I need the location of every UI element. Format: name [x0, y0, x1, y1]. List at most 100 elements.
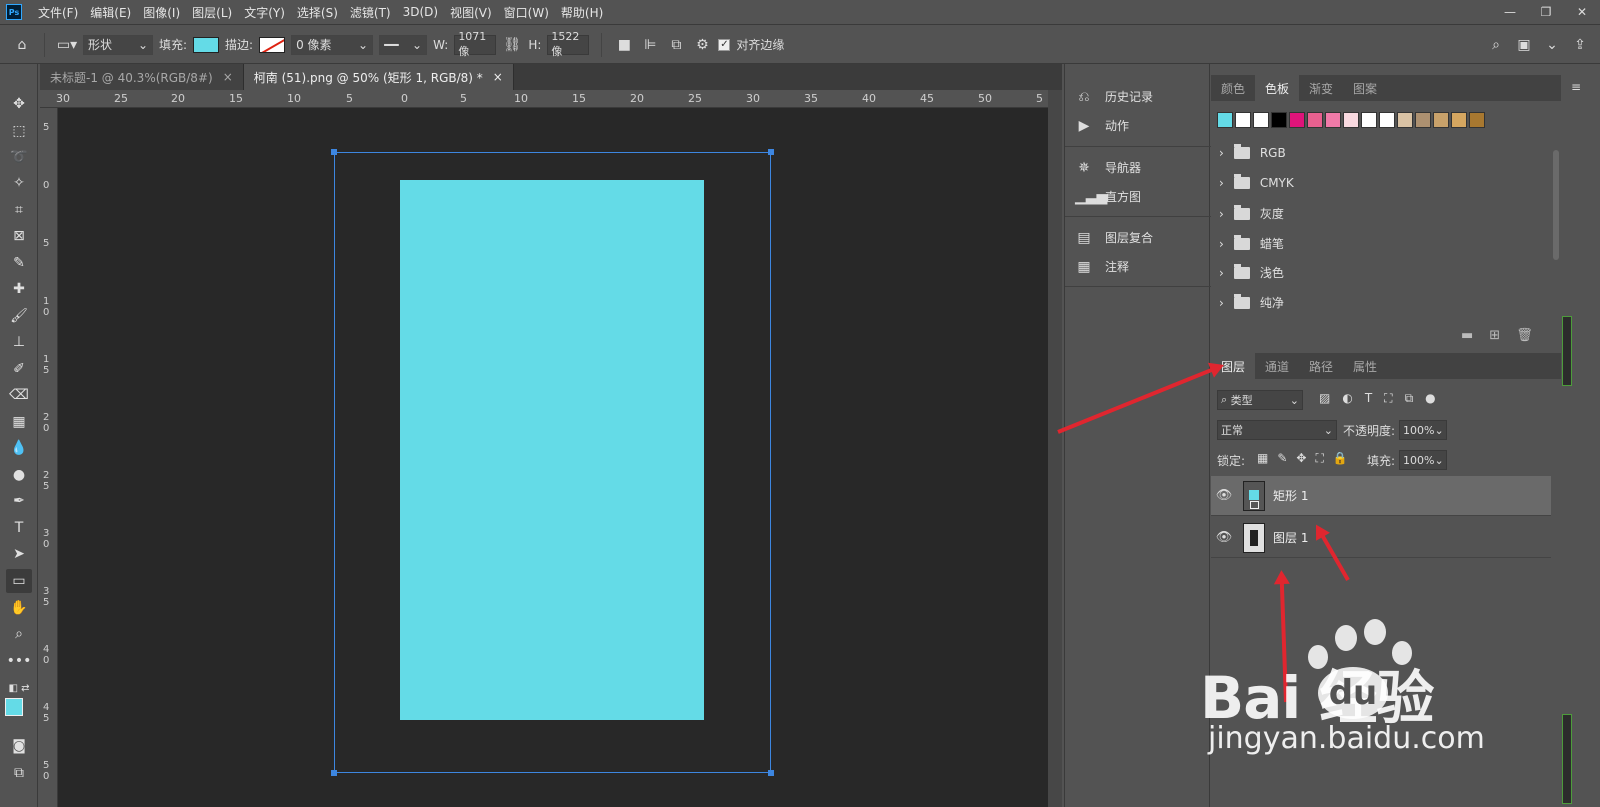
color-swatch[interactable] [1433, 112, 1449, 128]
dodge-tool-icon[interactable]: ● [6, 463, 32, 487]
search-icon[interactable]: ⌕ [1486, 35, 1506, 55]
blur-tool-icon[interactable]: 💧 [6, 436, 32, 460]
swatch-folder-pure[interactable]: › 纯净 [1219, 293, 1284, 311]
pen-tool-icon[interactable]: ✒ [6, 489, 32, 513]
tab-conan-51[interactable]: 柯南 (51).png @ 50% (矩形 1, RGB/8) * × [243, 64, 514, 90]
swatches-scrollbar[interactable] [1553, 150, 1559, 260]
chevron-right-icon[interactable]: › [1219, 296, 1224, 310]
menu-3d[interactable]: 3D(D) [397, 5, 444, 19]
path-selection-tool-icon[interactable]: ➤ [6, 542, 32, 566]
tab-untitled-1[interactable]: 未标题-1 @ 40.3%(RGB/8#) × [40, 64, 244, 90]
menu-file[interactable]: 文件(F) [32, 4, 84, 21]
menu-layer[interactable]: 图层(L) [186, 4, 238, 21]
settings-gear-icon[interactable]: ⚙ [692, 35, 712, 55]
color-swatch[interactable] [1397, 112, 1413, 128]
transform-handle[interactable] [768, 770, 774, 776]
add-swatch-icon[interactable]: ⊞ [1489, 328, 1500, 343]
width-input[interactable]: 1071 像 [454, 30, 497, 58]
menu-image[interactable]: 图像(I) [137, 4, 186, 21]
swatch-folder-grayscale[interactable]: › 灰度 [1219, 204, 1284, 222]
panel-layer-comps[interactable]: ▤ 图层复合 [1075, 229, 1153, 246]
color-swatch[interactable] [1253, 112, 1269, 128]
eraser-tool-icon[interactable]: ⌫ [6, 383, 32, 407]
move-tool-icon[interactable]: ✥ [6, 92, 32, 116]
default-colors-icon[interactable]: ◧ ⇄ [6, 676, 32, 700]
transform-handle[interactable] [768, 149, 774, 155]
lock-all-icon[interactable]: 🔒 [1333, 451, 1348, 466]
more-tools-icon[interactable]: ••• [6, 649, 32, 673]
healing-brush-tool-icon[interactable]: ✚ [6, 277, 32, 301]
color-swatch[interactable] [1217, 112, 1233, 128]
chevron-right-icon[interactable]: › [1219, 176, 1224, 190]
visibility-eye-icon[interactable]: 👁 [1211, 530, 1237, 545]
layer-row-layer-1[interactable]: 👁 图层 1 [1211, 518, 1551, 558]
screen-mode-icon[interactable]: ⧉ [6, 761, 32, 785]
shape-mode-select[interactable]: 形状 ⌄ [83, 34, 153, 55]
filter-adjustment-icon[interactable]: ◐ [1342, 391, 1352, 406]
path-operations-icon[interactable]: ■ [614, 35, 634, 55]
color-swatch[interactable] [1343, 112, 1359, 128]
color-swatch[interactable] [1379, 112, 1395, 128]
canvas-scrollbar[interactable] [1048, 90, 1062, 807]
visibility-eye-icon[interactable]: 👁 [1211, 488, 1237, 503]
swatch-folder-light[interactable]: › 浅色 [1219, 263, 1284, 281]
chevron-right-icon[interactable]: › [1219, 237, 1224, 251]
swatch-folder-cmyk[interactable]: › CMYK [1219, 174, 1294, 190]
color-swatch[interactable] [1361, 112, 1377, 128]
blend-mode-select[interactable]: 正常 ⌄ [1217, 420, 1337, 440]
filter-pixel-icon[interactable]: ▨ [1319, 391, 1330, 406]
rectangle-tool-preset-icon[interactable]: ▭▾ [57, 35, 77, 55]
menu-help[interactable]: 帮助(H) [555, 4, 609, 21]
path-arrangement-icon[interactable]: ⧉ [666, 35, 686, 55]
magic-wand-tool-icon[interactable]: ✧ [6, 171, 32, 195]
panel-actions[interactable]: ▶ 动作 [1075, 117, 1129, 134]
color-swatch[interactable] [1235, 112, 1251, 128]
align-edges-checkbox[interactable]: ✓ [718, 38, 731, 51]
chevron-down-icon[interactable]: ⌄ [1542, 35, 1562, 55]
lock-position-icon[interactable]: ✥ [1296, 451, 1306, 466]
close-window-button[interactable]: ✕ [1564, 0, 1600, 25]
tab-swatches[interactable]: 色板 [1255, 75, 1300, 101]
close-icon[interactable]: × [223, 70, 233, 84]
link-icon[interactable]: ⛓ [502, 35, 522, 55]
workspace-icon[interactable]: ▣ [1514, 35, 1534, 55]
color-swatch[interactable] [1307, 112, 1323, 128]
transform-handle[interactable] [331, 770, 337, 776]
zoom-tool-icon[interactable]: ⌕ [6, 622, 32, 646]
marquee-tool-icon[interactable]: ⬚ [6, 119, 32, 143]
fill-input[interactable]: 100% ⌄ [1399, 450, 1447, 470]
crop-tool-icon[interactable]: ⌗ [6, 198, 32, 222]
chevron-right-icon[interactable]: › [1219, 146, 1224, 160]
selection-bounding-box[interactable] [331, 149, 774, 776]
menu-window[interactable]: 窗口(W) [498, 4, 555, 21]
transform-handle[interactable] [331, 149, 337, 155]
quick-mask-icon[interactable]: ◙ [6, 734, 32, 758]
color-swatch[interactable] [1271, 112, 1287, 128]
filter-smart-object-icon[interactable]: ⧉ [1405, 391, 1414, 406]
layer-row-rectangle-1[interactable]: 👁 矩形 1 [1211, 476, 1551, 516]
new-group-folder-icon[interactable]: ▬ [1461, 328, 1473, 343]
trash-icon[interactable]: 🗑 [1516, 328, 1533, 343]
color-swatch[interactable] [1289, 112, 1305, 128]
tab-gradients[interactable]: 渐变 [1299, 75, 1343, 101]
stroke-width-field[interactable]: 0 像素 ⌄ [291, 34, 374, 55]
filter-shape-icon[interactable]: ⛶ [1384, 391, 1392, 406]
menu-filter[interactable]: 滤镜(T) [344, 4, 397, 21]
panel-notes[interactable]: ▦ 注释 [1075, 258, 1129, 275]
swatch-folder-pastel[interactable]: › 蜡笔 [1219, 234, 1284, 252]
tab-paths[interactable]: 路径 [1299, 353, 1343, 379]
lock-artboard-icon[interactable]: ⛶ [1315, 451, 1323, 466]
stroke-type-select[interactable]: ━━ ⌄ [379, 34, 428, 55]
filter-toggle-icon[interactable]: ● [1425, 391, 1435, 406]
panel-history[interactable]: ⎌ 历史记录 [1075, 88, 1153, 105]
foreground-color-swatch[interactable] [5, 698, 23, 716]
hand-tool-icon[interactable]: ✋ [6, 596, 32, 620]
opacity-input[interactable]: 100% ⌄ [1399, 420, 1447, 440]
type-tool-icon[interactable]: T [6, 516, 32, 540]
frame-tool-icon[interactable]: ⊠ [6, 224, 32, 248]
color-swatch[interactable] [1325, 112, 1341, 128]
minimize-button[interactable]: — [1492, 0, 1528, 25]
stroke-color-swatch[interactable] [259, 36, 286, 53]
lock-transparency-icon[interactable]: ▦ [1257, 451, 1268, 466]
path-alignment-icon[interactable]: ⊫ [640, 35, 660, 55]
